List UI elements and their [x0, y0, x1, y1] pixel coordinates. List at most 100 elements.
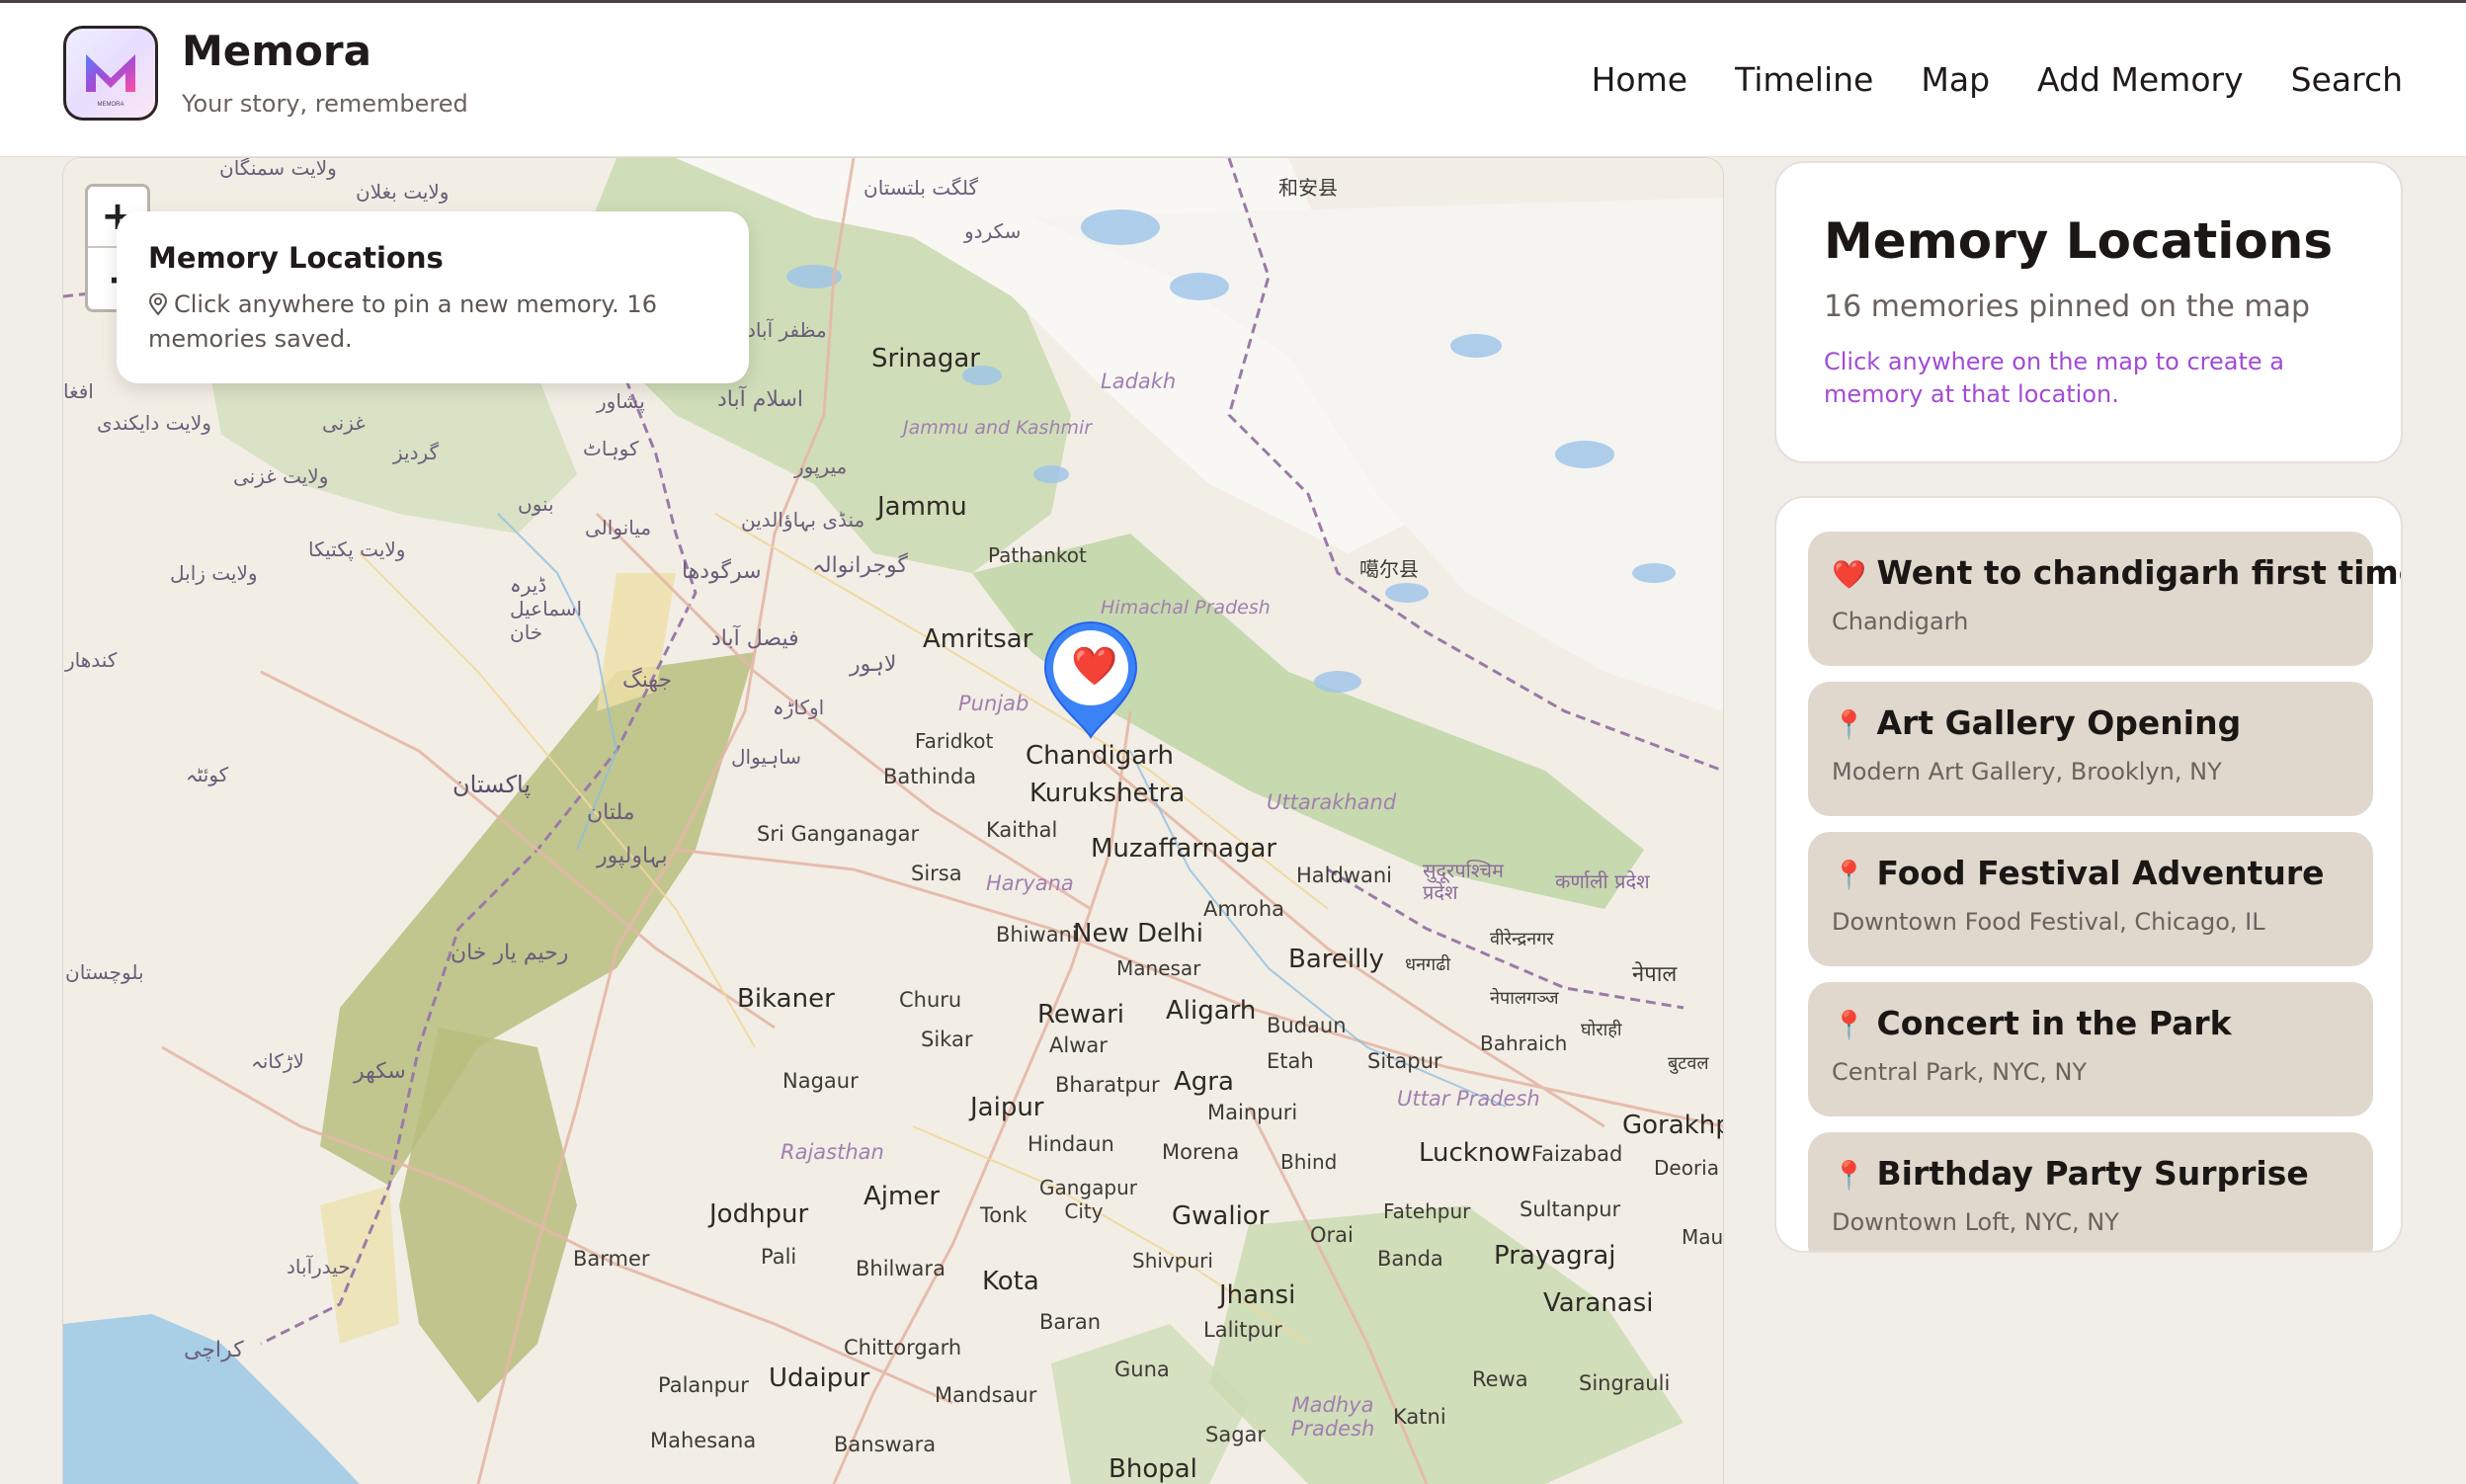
- place-label: افغا: [63, 379, 94, 403]
- place-label: Alwar: [1049, 1033, 1108, 1057]
- place-label: Bhind: [1280, 1150, 1338, 1174]
- place-label: بنوں: [518, 492, 554, 516]
- place-label: Nagaur: [782, 1069, 859, 1093]
- memory-card[interactable]: 📍 Food Festival Adventure Downtown Food …: [1808, 832, 2373, 966]
- place-label: مظفر آباد: [747, 318, 827, 342]
- memory-location: Downtown Food Festival, Chicago, IL: [1832, 908, 2265, 936]
- place-label: رحیم یار خان: [451, 941, 569, 965]
- place-label: Barmer: [573, 1247, 650, 1271]
- place-label: Guna: [1114, 1358, 1170, 1381]
- place-label: Bikaner: [737, 984, 835, 1014]
- place-label: Mau: [1682, 1225, 1723, 1249]
- place-label: Bahraich: [1480, 1031, 1568, 1055]
- map-info-description: Click anywhere to pin a new memory. 16 m…: [148, 290, 657, 353]
- place-label: बुटवल: [1668, 1053, 1709, 1074]
- place-label: Muzaffarnagar: [1091, 834, 1277, 864]
- heart-icon: ❤️: [1832, 558, 1866, 591]
- memory-map[interactable]: Srinagar Jammu Ladakh Jammu and Kashmir …: [63, 158, 1723, 1484]
- place-label: کندھار: [65, 648, 118, 672]
- place-label: Mahesana: [650, 1429, 757, 1452]
- memory-title-row: 📍 Art Gallery Opening: [1832, 703, 2349, 742]
- nav-add-memory[interactable]: Add Memory: [2037, 60, 2244, 99]
- memory-title: Food Festival Adventure: [1876, 854, 2325, 892]
- place-label: سکردو: [964, 219, 1022, 243]
- place-label: Haldwani: [1296, 864, 1393, 887]
- place-label: سرگودھا: [682, 559, 762, 584]
- place-label: Lucknow: [1419, 1138, 1531, 1168]
- app-logo[interactable]: MEMORA: [63, 26, 158, 121]
- place-label: Haryana: [986, 871, 1074, 895]
- memory-count: 16 memories pinned on the map: [1824, 289, 2311, 324]
- place-label: ملتان: [587, 800, 635, 825]
- nav-map[interactable]: Map: [1921, 60, 1990, 99]
- place-label: ولایت پکتیکا: [308, 537, 406, 561]
- place-label: Kota: [982, 1267, 1039, 1296]
- place-label: اسلام آباد: [717, 387, 804, 412]
- place-label: Srinagar: [871, 344, 980, 373]
- place-label: Jodhpur: [709, 1199, 809, 1229]
- place-label: Ladakh: [1101, 370, 1177, 393]
- place-label: Madhya Pradesh: [1290, 1393, 1375, 1441]
- memory-card[interactable]: 📍 Concert in the Park Central Park, NYC,…: [1808, 982, 2373, 1116]
- pin-icon: 📍: [1832, 1159, 1866, 1192]
- memory-card[interactable]: 📍 Birthday Party Surprise Downtown Loft,…: [1808, 1132, 2373, 1251]
- nav-timeline[interactable]: Timeline: [1735, 60, 1873, 99]
- place-label: ولایت سمنگان: [219, 158, 337, 180]
- place-label: فیصل آباد: [711, 626, 799, 651]
- place-label: Gwalior: [1172, 1201, 1270, 1231]
- memory-title-row: 📍 Concert in the Park: [1832, 1004, 2349, 1042]
- place-label: لاڑکانہ: [251, 1049, 304, 1073]
- place-label: 噶尔县: [1359, 557, 1419, 581]
- nav-search[interactable]: Search: [2291, 60, 2403, 99]
- place-label: حیدرآباد: [287, 1255, 351, 1278]
- memory-title-row: 📍 Food Festival Adventure: [1832, 854, 2349, 892]
- place-label: Ajmer: [863, 1182, 941, 1211]
- nav-home[interactable]: Home: [1592, 60, 1687, 99]
- place-label: Mandsaur: [935, 1383, 1037, 1407]
- place-label: Gorakhpur: [1622, 1111, 1723, 1140]
- place-label: Gangapur City: [1039, 1176, 1137, 1223]
- memory-locations-summary: Memory Locations 16 memories pinned on t…: [1774, 161, 2403, 463]
- place-label: Rewari: [1037, 1000, 1125, 1030]
- map-info-card: Memory Locations Click anywhere to pin a…: [117, 211, 749, 383]
- place-label: Palanpur: [658, 1373, 749, 1397]
- place-label: Prayagraj: [1494, 1241, 1616, 1271]
- memory-marker-chandigarh[interactable]: ❤️: [1041, 620, 1140, 743]
- place-label: Pali: [761, 1245, 797, 1269]
- heart-icon: ❤️: [1071, 644, 1118, 688]
- place-label: Kurukshetra: [1029, 779, 1186, 808]
- place-label: Amritsar: [923, 624, 1033, 654]
- place-label: ولایت دایکندی: [97, 411, 211, 435]
- place-label: Bareilly: [1288, 945, 1384, 974]
- memory-card[interactable]: ❤️ Went to chandigarh first time Chandig…: [1808, 532, 2401, 666]
- place-label: Aligarh: [1166, 996, 1257, 1026]
- memory-location: Modern Art Gallery, Brooklyn, NY: [1832, 758, 2222, 785]
- memory-location: Chandigarh: [1832, 608, 1969, 635]
- logo-wordmark: MEMORA: [98, 102, 124, 108]
- place-label: Bathinda: [883, 765, 977, 788]
- pin-icon: 📍: [1832, 708, 1866, 741]
- place-label: کوہاٹ: [583, 437, 639, 460]
- memory-location: Downtown Loft, NYC, NY: [1832, 1208, 2119, 1236]
- place-label: Mainpuri: [1207, 1101, 1298, 1124]
- main-nav: Home Timeline Map Add Memory Search: [1592, 60, 2403, 99]
- place-label: नेपाल: [1632, 962, 1678, 987]
- place-label: Baran: [1039, 1310, 1102, 1334]
- map-info-text: Click anywhere to pin a new memory. 16 m…: [148, 289, 717, 355]
- memory-list[interactable]: ❤️ Went to chandigarh first time Chandig…: [1774, 496, 2403, 1253]
- place-label: Amroha: [1203, 897, 1285, 921]
- pin-icon: 📍: [1832, 1009, 1866, 1041]
- place-label: Sagar: [1205, 1423, 1267, 1446]
- memory-card[interactable]: 📍 Art Gallery Opening Modern Art Gallery…: [1808, 682, 2373, 816]
- place-label: Jammu and Kashmir: [903, 417, 1093, 439]
- place-label: नेपालगञ्ज: [1490, 988, 1559, 1009]
- place-label: Etah: [1267, 1049, 1314, 1073]
- place-label: ولایت زابل: [170, 561, 258, 585]
- place-label: Shivpuri: [1132, 1249, 1213, 1273]
- app-header: MEMORA Memora Your story, remembered Hom…: [0, 3, 2466, 157]
- place-label: Bhilwara: [856, 1257, 945, 1280]
- place-label: Jhansi: [1219, 1280, 1296, 1310]
- place-label: Orai: [1310, 1223, 1354, 1247]
- place-label: Pathankot: [988, 543, 1087, 567]
- place-label: Manesar: [1116, 956, 1201, 980]
